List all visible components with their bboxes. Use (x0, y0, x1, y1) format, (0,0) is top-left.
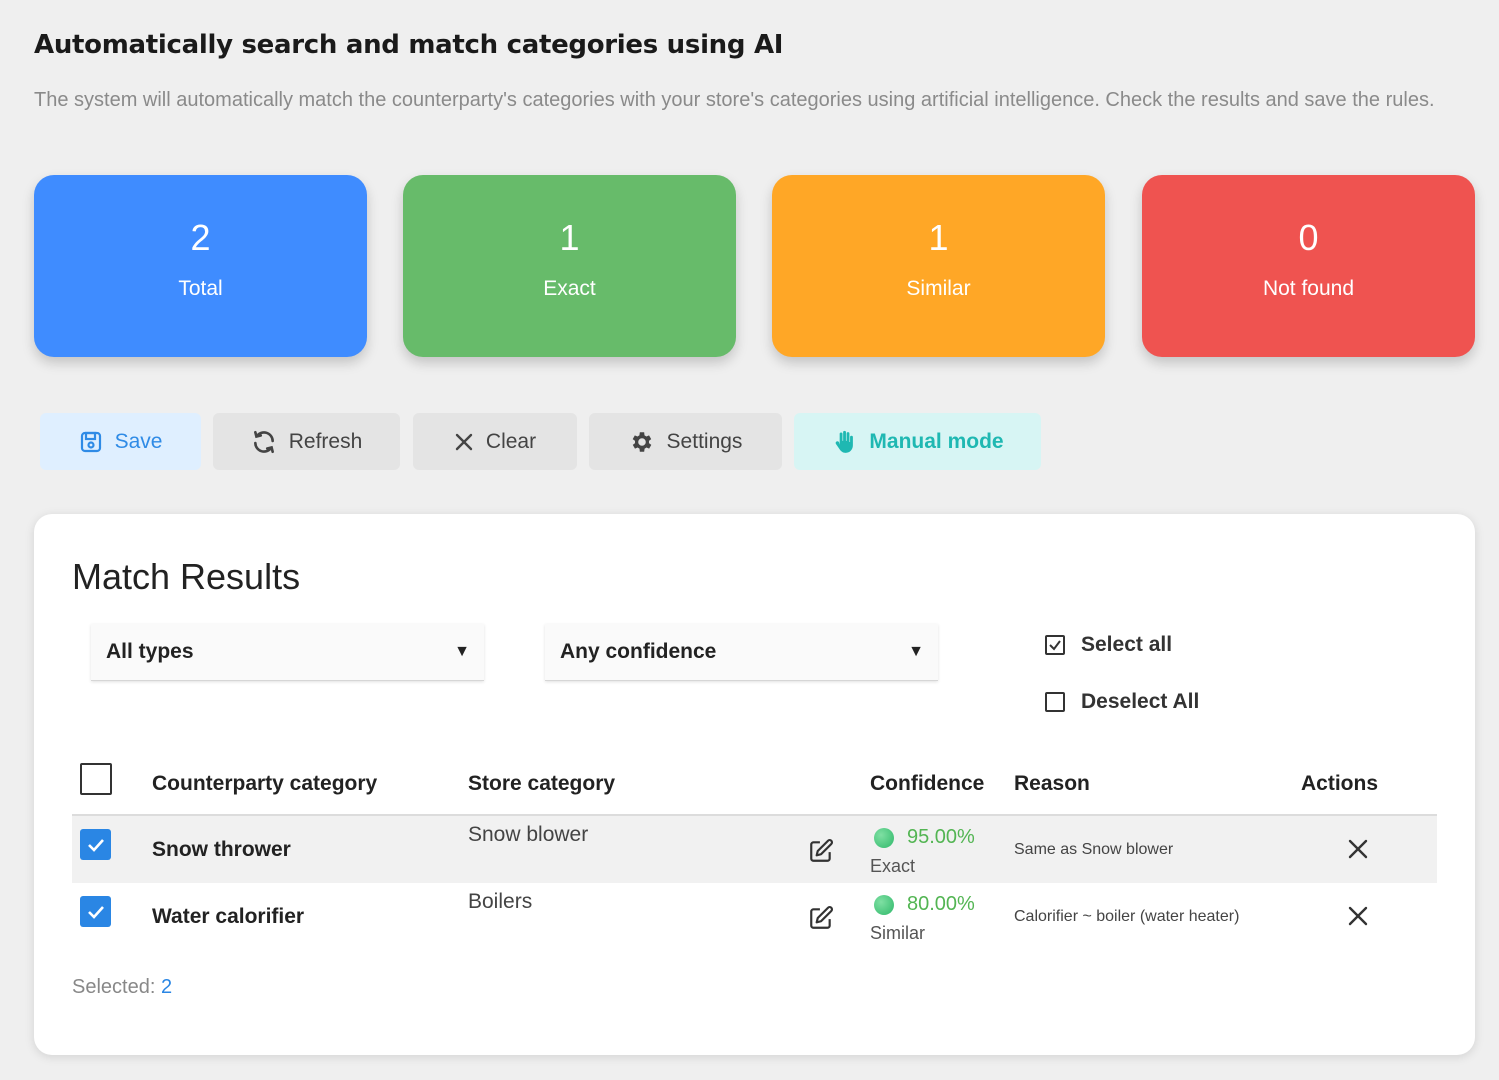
confidence-value: 95.00% (874, 826, 975, 849)
confidence-filter-select[interactable]: Any confidence ▼ (545, 624, 938, 681)
stat-card-total: 2 Total (34, 175, 367, 357)
close-icon (1348, 906, 1368, 926)
stat-label: Total (178, 277, 223, 300)
match-type: Exact (870, 856, 916, 876)
match-reason: Calorifier ~ boiler (water heater) (1014, 908, 1240, 925)
close-icon (1348, 839, 1368, 859)
hand-icon (831, 429, 857, 455)
stat-label: Not found (1262, 277, 1355, 300)
confidence-filter-value: Any confidence (560, 640, 717, 663)
dropdown-arrow-icon: ▼ (908, 643, 924, 660)
header-select-checkbox[interactable] (80, 763, 112, 795)
select-all-label: Select all (1081, 633, 1173, 656)
stat-label: Similar (906, 277, 971, 300)
pencil-edit-icon (810, 906, 833, 929)
clear-label: Clear (485, 429, 537, 453)
table-row: Snow thrower Snow blower 95.00% Exact Sa… (72, 816, 1437, 883)
stat-value: 0 (1298, 217, 1319, 258)
edit-button[interactable] (808, 905, 834, 936)
select-all-checkbox[interactable] (1045, 635, 1065, 655)
selected-count-summary: Selected: 2 (72, 976, 172, 999)
stat-label: Exact (543, 277, 596, 300)
manual-mode-label: Manual mode (869, 429, 1004, 453)
confidence-percent: 80.00% (907, 893, 975, 915)
gear-icon (629, 429, 655, 455)
stat-card-similar: 1 Similar (772, 175, 1105, 357)
type-filter-select[interactable]: All types ▼ (91, 624, 484, 681)
floppy-disk-icon (79, 430, 103, 454)
confidence-dot-icon (874, 827, 894, 848)
store-category: Boilers (468, 890, 533, 913)
column-header-counterparty: Counterparty category (152, 772, 378, 795)
row-checkbox[interactable] (80, 829, 111, 860)
row-checkbox[interactable] (80, 896, 111, 927)
table-row: Water calorifier Boilers 80.00% Similar … (72, 883, 1437, 950)
confidence-dot-icon (874, 894, 894, 915)
page-title: Automatically search and match categorie… (34, 30, 784, 60)
pencil-edit-icon (810, 839, 833, 862)
panel-title: Match Results (72, 556, 301, 597)
settings-label: Settings (666, 429, 743, 453)
selected-label: Selected: (72, 976, 156, 998)
match-type: Similar (870, 923, 926, 943)
stat-value: 1 (928, 217, 949, 258)
counterparty-category: Water calorifier (152, 905, 305, 928)
stat-value: 2 (190, 217, 211, 258)
edit-button[interactable] (808, 838, 834, 869)
confidence-percent: 95.00% (907, 826, 975, 848)
stat-card-not-found: 0 Not found (1142, 175, 1475, 357)
match-reason: Same as Snow blower (1014, 841, 1174, 858)
refresh-label: Refresh (288, 429, 363, 453)
remove-row-button[interactable] (1348, 839, 1368, 864)
save-button[interactable]: Save (40, 413, 201, 470)
dropdown-arrow-icon: ▼ (454, 643, 470, 660)
column-header-reason: Reason (1014, 772, 1090, 795)
remove-row-button[interactable] (1348, 906, 1368, 931)
save-label: Save (114, 429, 163, 453)
refresh-icon (251, 429, 277, 455)
confidence-value: 80.00% (874, 893, 975, 916)
selected-count: 2 (160, 976, 173, 998)
select-all-option[interactable]: Select all (1045, 633, 1172, 657)
match-results-panel: Match Results All types ▼ Any confidence… (34, 514, 1475, 1055)
type-filter-value: All types (106, 640, 194, 663)
refresh-button[interactable]: Refresh (213, 413, 400, 470)
deselect-all-checkbox[interactable] (1045, 692, 1065, 712)
store-category: Snow blower (468, 823, 589, 846)
stat-value: 1 (559, 217, 580, 258)
stat-card-exact: 1 Exact (403, 175, 736, 357)
column-header-actions: Actions (1301, 772, 1379, 795)
deselect-all-label: Deselect All (1081, 690, 1200, 713)
clear-button[interactable]: Clear (413, 413, 577, 470)
deselect-all-option[interactable]: Deselect All (1045, 690, 1199, 714)
column-header-store: Store category (468, 772, 616, 795)
close-icon (454, 432, 474, 452)
manual-mode-button[interactable]: Manual mode (794, 413, 1041, 470)
page-description: The system will automatically match the … (34, 89, 1435, 111)
settings-button[interactable]: Settings (589, 413, 782, 470)
counterparty-category: Snow thrower (152, 838, 291, 861)
column-header-confidence: Confidence (870, 772, 985, 795)
